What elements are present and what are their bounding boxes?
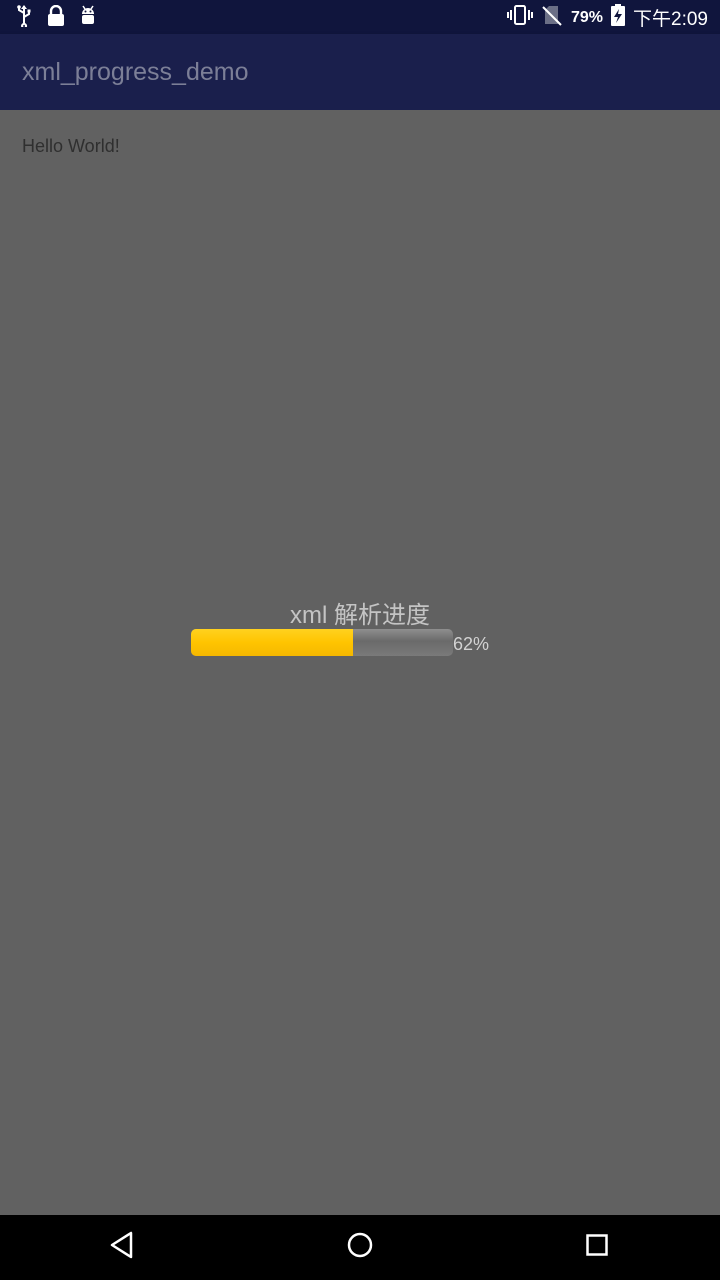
usb-icon	[14, 5, 34, 32]
app-bar: xml_progress_demo	[0, 34, 720, 110]
status-left-icons	[14, 4, 98, 32]
vibrate-icon	[506, 4, 533, 31]
home-icon	[346, 1231, 374, 1264]
status-right-icons: 79% 下午2:09	[506, 4, 708, 31]
progress-label: xml 解析进度	[290, 602, 430, 629]
progress-bar	[191, 629, 453, 656]
android-debug-icon	[78, 5, 98, 32]
lock-icon	[46, 4, 66, 32]
status-time: 下午2:09	[633, 9, 708, 30]
main-content: Hello World! xml 解析进度 62%	[0, 110, 720, 1215]
back-button[interactable]	[102, 1229, 142, 1265]
battery-charging-icon	[611, 4, 626, 31]
battery-percent: 79%	[570, 8, 604, 26]
back-icon	[109, 1231, 135, 1264]
no-sim-icon	[541, 4, 563, 31]
recents-button[interactable]	[577, 1229, 617, 1265]
app-title: xml_progress_demo	[22, 58, 249, 86]
status-bar: 79% 下午2:09	[0, 0, 720, 34]
recents-icon	[585, 1233, 609, 1262]
hello-text: Hello World!	[22, 136, 120, 156]
home-button[interactable]	[340, 1229, 380, 1265]
progress-bar-fill	[191, 629, 354, 656]
navigation-bar	[0, 1215, 720, 1280]
progress-percent: 62%	[453, 634, 490, 654]
